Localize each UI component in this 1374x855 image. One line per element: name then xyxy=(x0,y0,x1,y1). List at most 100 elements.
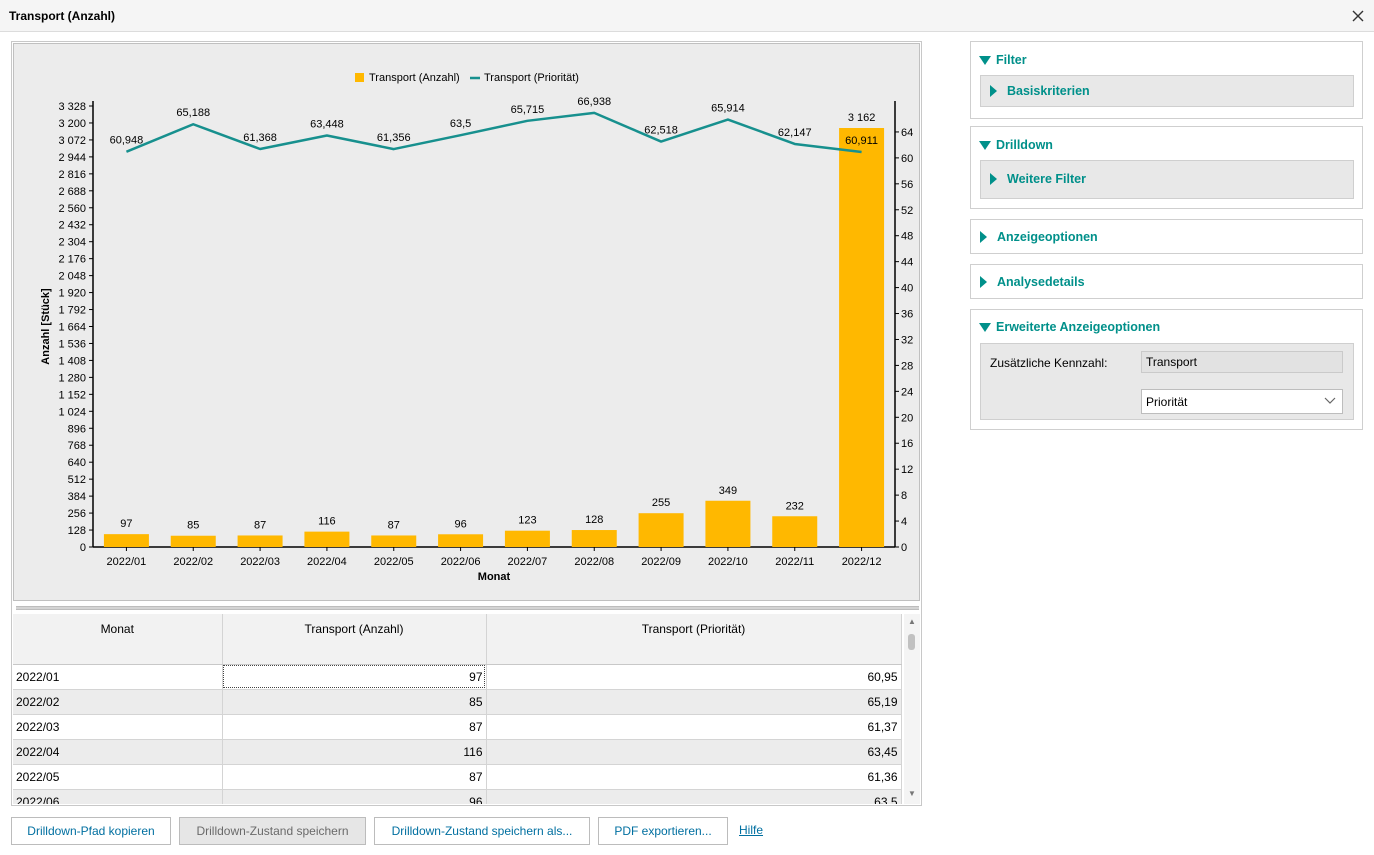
basiskriterien-section: Basiskriterien xyxy=(980,75,1354,107)
bar-2022/09 xyxy=(638,513,684,547)
line-data-label: 63,448 xyxy=(310,119,344,131)
legend-entry: Transport (Anzahl) xyxy=(369,72,460,84)
cell-prioritaet[interactable]: 61,37 xyxy=(486,714,902,740)
cell-anzahl[interactable]: 87 xyxy=(222,764,487,790)
y2-tick-label: 20 xyxy=(901,412,913,424)
scroll-up-icon[interactable]: ▲ xyxy=(907,618,917,626)
table-row[interactable]: 2022/06 96 63,5 xyxy=(13,789,902,804)
cell-monat[interactable]: 2022/04 xyxy=(13,739,223,765)
bar-data-label: 87 xyxy=(254,519,266,531)
basiskriterien-label: Basiskriterien xyxy=(1007,84,1090,98)
y2-tick-label: 12 xyxy=(901,464,913,476)
close-icon[interactable] xyxy=(1349,7,1367,25)
y2-tick-label: 60 xyxy=(901,153,913,165)
bar-2022/07 xyxy=(504,530,550,547)
drilldown-panel-header[interactable]: Drilldown xyxy=(979,138,1053,152)
y2-tick-label: 28 xyxy=(901,360,913,372)
kennzahl-select[interactable]: Priorität xyxy=(1141,389,1343,414)
save-drilldown-state-as-button[interactable]: Drilldown-Zustand speichern als... xyxy=(374,817,590,845)
kennzahl-select-value: Priorität xyxy=(1146,395,1188,409)
collapsed-arrow-icon xyxy=(980,231,987,243)
help-link[interactable]: Hilfe xyxy=(739,823,763,837)
expanded-arrow-icon xyxy=(979,55,991,65)
cell-anzahl[interactable]: 116 xyxy=(222,739,487,765)
cell-prioritaet[interactable]: 63,5 xyxy=(486,789,902,804)
y-tick-label: 2 176 xyxy=(58,254,86,266)
scroll-down-icon[interactable]: ▼ xyxy=(907,790,917,798)
table-scrollbar[interactable]: ▲ ▼ xyxy=(904,614,920,804)
cell-anzahl[interactable]: 97 xyxy=(222,664,487,690)
analysedetails-header[interactable]: Analysedetails xyxy=(979,275,1085,289)
zusaetzliche-kennzahl-label: Zusätzliche Kennzahl: xyxy=(990,356,1108,370)
analysis-pane: Transport (Anzahl) Transport (Priorität) 0… xyxy=(11,41,922,806)
bar-2022/02 xyxy=(170,535,216,547)
table-row[interactable]: 2022/02 85 65,19 xyxy=(13,689,902,715)
bar-2022/10 xyxy=(705,500,751,547)
y-tick-label: 3 200 xyxy=(58,118,86,130)
y2-tick-label: 36 xyxy=(901,309,913,321)
filter-panel-title: Filter xyxy=(996,53,1027,67)
cell-monat[interactable]: 2022/01 xyxy=(13,664,223,690)
column-header-anzahl[interactable]: Transport (Anzahl) xyxy=(222,614,487,665)
kennzahl-section: Zusätzliche Kennzahl: Transport Prioritä… xyxy=(980,343,1354,420)
weitere-filter-section: Weitere Filter xyxy=(980,160,1354,199)
bar-data-label: 85 xyxy=(187,520,199,532)
cell-anzahl[interactable]: 85 xyxy=(222,689,487,715)
column-header-prioritaet[interactable]: Transport (Priorität) xyxy=(486,614,902,665)
export-pdf-button[interactable]: PDF exportieren... xyxy=(598,817,728,845)
cell-monat[interactable]: 2022/03 xyxy=(13,714,223,740)
y2-tick-label: 64 xyxy=(901,127,913,139)
erweiterte-anzeigeoptionen-header[interactable]: Erweiterte Anzeigeoptionen xyxy=(979,320,1160,334)
cell-prioritaet[interactable]: 61,36 xyxy=(486,764,902,790)
weitere-filter-header[interactable]: Weitere Filter xyxy=(989,172,1086,186)
line-data-label: 61,368 xyxy=(243,132,277,144)
x-tick-label: 2022/12 xyxy=(842,556,882,568)
cell-monat[interactable]: 2022/05 xyxy=(13,764,223,790)
bar-data-label: 232 xyxy=(786,500,804,512)
y-tick-label: 1 792 xyxy=(58,305,86,317)
scrollbar-thumb[interactable] xyxy=(908,634,915,650)
x-tick-label: 2022/11 xyxy=(775,556,814,568)
x-tick-label: 2022/04 xyxy=(307,556,347,568)
cell-prioritaet[interactable]: 65,19 xyxy=(486,689,902,715)
y-tick-label: 1 152 xyxy=(58,389,86,401)
cell-monat[interactable]: 2022/06 xyxy=(13,789,223,804)
table-row[interactable]: 2022/01 97 60,95 xyxy=(13,664,902,690)
anzeigeoptionen-header[interactable]: Anzeigeoptionen xyxy=(979,230,1098,244)
x-tick-label: 2022/10 xyxy=(708,556,748,568)
copy-drilldown-path-button[interactable]: Drilldown-Pfad kopieren xyxy=(11,817,171,845)
basiskriterien-header[interactable]: Basiskriterien xyxy=(989,84,1090,98)
bar-2022/01 xyxy=(103,534,149,547)
cell-anzahl[interactable]: 96 xyxy=(222,789,487,804)
erweiterte-anzeigeoptionen-panel: Erweiterte Anzeigeoptionen Zusätzliche K… xyxy=(970,309,1363,430)
pane-splitter[interactable] xyxy=(16,606,919,610)
column-header-monat[interactable]: Monat xyxy=(13,614,223,665)
expanded-arrow-icon xyxy=(979,140,991,150)
y2-tick-label: 44 xyxy=(901,257,913,269)
cell-prioritaet[interactable]: 63,45 xyxy=(486,739,902,765)
anzeigeoptionen-panel: Anzeigeoptionen xyxy=(970,219,1363,254)
anzeigeoptionen-title: Anzeigeoptionen xyxy=(997,230,1098,244)
x-axis-title: Monat xyxy=(478,571,511,583)
cell-monat[interactable]: 2022/02 xyxy=(13,689,223,715)
y-tick-label: 512 xyxy=(68,474,86,486)
y-tick-label: 640 xyxy=(68,457,86,469)
window-title: Transport (Anzahl) xyxy=(9,9,116,23)
priority-line xyxy=(125,111,862,154)
x-tick-label: 2022/07 xyxy=(508,556,548,568)
table-row[interactable]: 2022/04 116 63,45 xyxy=(13,739,902,765)
table-row[interactable]: 2022/05 87 61,36 xyxy=(13,764,902,790)
table-row[interactable]: 2022/03 87 61,37 xyxy=(13,714,902,740)
erweiterte-anzeigeoptionen-title: Erweiterte Anzeigeoptionen xyxy=(996,320,1161,334)
collapsed-arrow-icon xyxy=(990,85,997,97)
cell-anzahl[interactable]: 87 xyxy=(222,714,487,740)
bar-2022/04 xyxy=(304,531,350,547)
y-tick-label: 2 944 xyxy=(58,152,86,164)
save-drilldown-state-button[interactable]: Drilldown-Zustand speichern xyxy=(179,817,366,845)
filter-panel-header[interactable]: Filter xyxy=(979,53,1027,67)
cell-prioritaet[interactable]: 60,95 xyxy=(486,664,902,690)
bar-data-label: 96 xyxy=(454,518,466,530)
legend-entry: Transport (Priorität) xyxy=(484,72,579,84)
legend-swatch-anzahl xyxy=(355,73,364,82)
x-tick-label: 2022/09 xyxy=(641,556,681,568)
